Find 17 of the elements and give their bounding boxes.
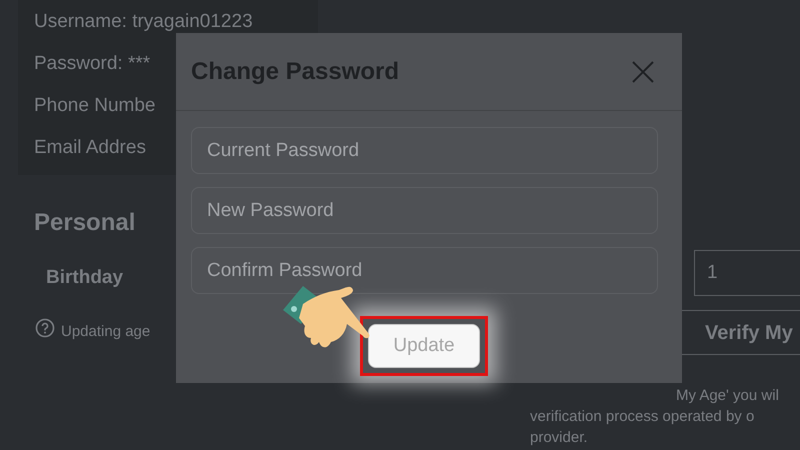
password-field[interactable]: New Password xyxy=(191,187,658,234)
update-button[interactable]: Update xyxy=(368,324,480,368)
help-icon[interactable] xyxy=(35,318,55,338)
age-note: Updating age xyxy=(61,322,150,342)
account-info-text: Password: *** xyxy=(34,52,150,76)
verify-description: provider. xyxy=(530,428,588,448)
password-field[interactable]: Current Password xyxy=(191,127,658,174)
close-icon[interactable] xyxy=(632,60,654,82)
section-heading: Personal xyxy=(34,208,136,238)
day-select[interactable]: 1 xyxy=(694,250,800,296)
account-info-text: Email Addres xyxy=(34,136,146,160)
password-field[interactable]: Confirm Password xyxy=(191,247,658,294)
birthday-label: Birthday xyxy=(46,266,124,290)
verify-description: verification process operated by o xyxy=(530,407,754,427)
account-info-text: Phone Numbe xyxy=(34,94,156,118)
verify-description: My Age' you wil xyxy=(676,386,779,406)
account-info-text: Username: tryagain01223 xyxy=(34,10,253,34)
